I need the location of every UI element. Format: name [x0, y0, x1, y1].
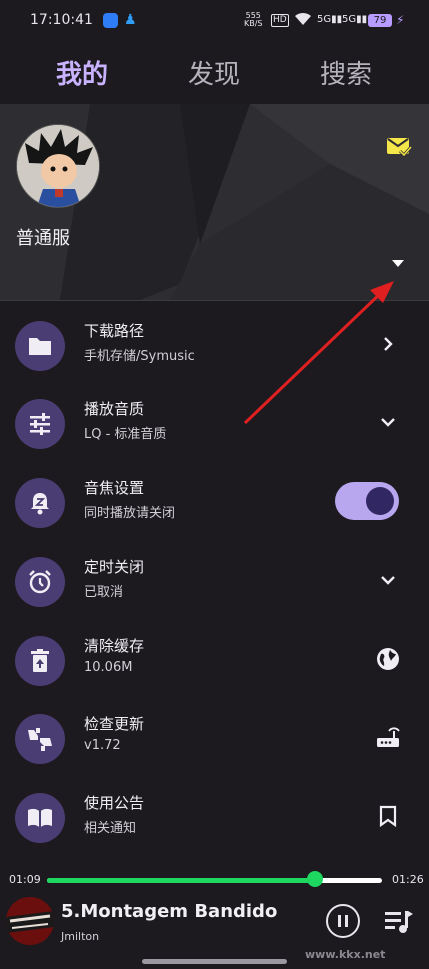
progress-thumb[interactable] [307, 871, 323, 887]
battery-icon: 79 [368, 14, 392, 27]
setting-subtitle: 相关通知 [84, 821, 137, 836]
progress-fill [47, 878, 315, 883]
thumbs-icon [15, 714, 65, 764]
pause-button[interactable] [326, 904, 360, 938]
album-cover[interactable] [6, 897, 54, 945]
network-speed: 555 KB/S [244, 11, 263, 28]
setting-title: 音焦设置 [84, 479, 145, 497]
router-icon[interactable] [375, 724, 401, 750]
playlist-queue-icon[interactable] [383, 909, 415, 935]
chevron-down-icon[interactable] [375, 409, 401, 435]
elapsed-time: 01:09 [9, 873, 41, 886]
caret-down-icon[interactable] [392, 260, 404, 267]
setting-download-path[interactable]: 下载路径 手机存储/Symusic [0, 313, 429, 391]
setting-subtitle: 10.06M [84, 660, 133, 675]
duration-time: 01:26 [392, 873, 424, 886]
progress-track[interactable] [47, 878, 382, 883]
charging-icon: ⚡ [396, 13, 405, 27]
chevron-down-icon[interactable] [375, 567, 401, 593]
setting-announcement[interactable]: 使用公告 相关通知 [0, 785, 429, 863]
wifi-icon [294, 12, 312, 30]
alarm-icon [15, 557, 65, 607]
hd-icon: HD [271, 14, 289, 27]
song-title: 5.Montagem Bandido [61, 901, 278, 922]
artist-name: Jmilton [61, 930, 100, 943]
cell-signal-icon: 5G▮▮ [342, 14, 368, 25]
setting-subtitle: 已取消 [84, 585, 124, 600]
setting-check-update[interactable]: 检查更新 v1.72 [0, 706, 429, 784]
folder-icon [15, 321, 65, 371]
status-bar: 17:10:41 ♟ 555 KB/S HD 5G▮▮ 5G▮▮ 79 ⚡ [0, 0, 429, 44]
bookmark-icon[interactable] [375, 803, 401, 829]
cell-signal-icon: 5G▮▮ [317, 14, 343, 25]
bell-z-icon [15, 478, 65, 528]
home-indicator[interactable] [142, 959, 287, 964]
pause-icon [338, 915, 348, 927]
setting-title: 播放音质 [84, 400, 145, 418]
setting-title: 使用公告 [84, 794, 145, 812]
setting-title: 下载路径 [84, 322, 145, 340]
username: 普通服 [16, 228, 70, 249]
mail-check-icon[interactable] [386, 136, 413, 158]
avatar[interactable] [16, 124, 100, 208]
setting-clear-cache[interactable]: 清除缓存 10.06M [0, 628, 429, 706]
toggle-knob [366, 487, 394, 515]
qq-notification-icon: ♟ [124, 12, 137, 28]
setting-play-quality[interactable]: 播放音质 LQ - 标准音质 [0, 391, 429, 469]
setting-audio-focus[interactable]: 音焦设置 同时播放请关闭 [0, 470, 429, 548]
setting-subtitle: 手机存储/Symusic [84, 349, 195, 364]
app-notification-icon [103, 13, 118, 28]
status-time: 17:10:41 [30, 12, 93, 28]
profile-banner: 普通服 [0, 104, 429, 301]
delete-icon [15, 636, 65, 686]
setting-title: 定时关闭 [84, 558, 145, 576]
setting-subtitle: 同时播放请关闭 [84, 506, 176, 521]
tab-discover[interactable]: 发现 [188, 54, 240, 91]
setting-subtitle: v1.72 [84, 738, 121, 753]
globe-icon[interactable] [375, 646, 401, 672]
setting-subtitle: LQ - 标准音质 [84, 427, 167, 442]
setting-sleep-timer[interactable]: 定时关闭 已取消 [0, 549, 429, 627]
tune-icon [15, 399, 65, 449]
book-icon [15, 793, 65, 843]
chevron-right-icon[interactable] [375, 331, 401, 357]
watermark: www.kkx.net [305, 948, 386, 961]
setting-title: 检查更新 [84, 715, 145, 733]
tab-search[interactable]: 搜索 [320, 54, 372, 91]
tab-mine[interactable]: 我的 [56, 54, 108, 91]
setting-title: 清除缓存 [84, 637, 145, 655]
audio-focus-toggle[interactable] [335, 482, 399, 520]
